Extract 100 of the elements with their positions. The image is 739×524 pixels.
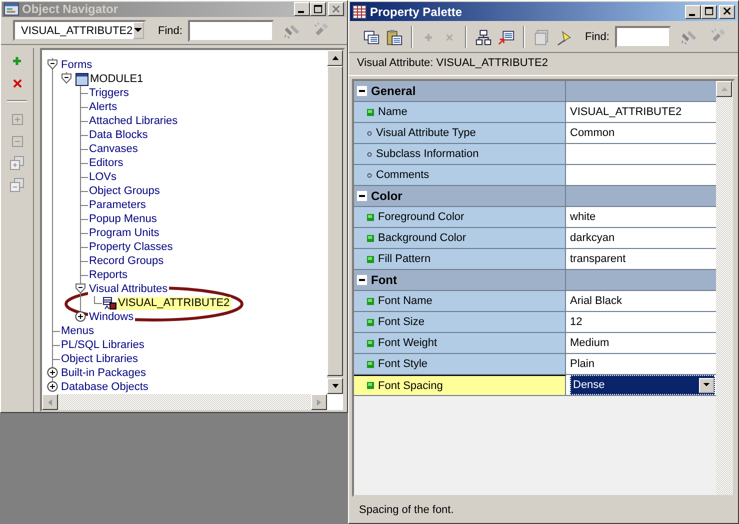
left-arrow-icon [48,398,52,406]
find-field[interactable] [188,20,274,42]
close-icon [332,4,340,14]
copy-icon[interactable] [363,28,380,46]
section-header[interactable]: Color [354,186,566,206]
property-name[interactable]: Subclass Information [354,144,566,164]
scroll-up-button[interactable] [716,81,732,97]
close-button[interactable] [328,2,344,16]
tree-item[interactable]: LOVs [88,170,118,184]
property-value[interactable]: darkcyan [570,232,615,244]
maximize-icon [314,4,322,14]
tree-item[interactable]: Record Groups [88,254,165,268]
collapse-all-icon [10,178,24,192]
property-name[interactable]: Name [354,102,566,122]
property-name[interactable]: Font Name [354,291,566,311]
window-title: Object Navigator [22,2,118,16]
property-name[interactable]: Background Color [354,228,566,248]
minimize-button[interactable] [685,4,701,18]
visual-attribute-icon [103,296,117,310]
tree-item[interactable]: Menus [60,324,96,338]
tree-item[interactable]: Object Libraries [60,352,140,366]
list-arrow-icon[interactable] [498,28,515,46]
value-dropdown[interactable]: Dense [570,375,715,395]
collapse-icon[interactable] [357,86,367,96]
delete-icon [12,78,22,88]
scroll-left-button[interactable] [42,394,58,410]
horizontal-scrollbar[interactable] [42,394,327,410]
tree-item[interactable]: Popup Menus [88,212,158,226]
tree-item[interactable]: Property Classes [88,240,174,254]
tree-item[interactable]: Visual Attributes [88,282,169,296]
minimize-button[interactable] [294,2,310,16]
pin-icon[interactable] [556,28,573,46]
tree-item[interactable]: Object Groups [88,184,161,198]
tree-item[interactable]: VISUAL_ATTRIBUTE2 [117,296,231,310]
property-name[interactable]: Font Spacing [354,375,566,395]
dropdown-arrow-icon [703,383,710,387]
minimize-icon [298,11,304,14]
collapse-icon[interactable] [357,275,367,285]
property-value[interactable]: white [570,211,596,223]
expand-all-icon [10,156,24,170]
property-name[interactable]: Font Weight [354,333,566,353]
tree-item[interactable]: Parameters [88,198,147,212]
object-heading: Visual Attribute: VISUAL_ATTRIBUTE2 [349,53,738,76]
property-value[interactable]: Medium [570,337,610,349]
property-name[interactable]: Visual Attribute Type [354,123,566,143]
scroll-right-button[interactable] [311,394,327,410]
tree-item[interactable]: Canvases [88,142,139,156]
find-label: Find: [158,24,182,37]
property-value[interactable]: 12 [570,316,582,328]
tree-item[interactable]: Forms [60,58,94,72]
expand-icon [12,114,22,124]
up-arrow-icon [332,56,338,60]
tree-item[interactable]: Reports [88,268,129,282]
object-combo[interactable]: VISUAL_ATTRIBUTE2 [13,20,146,42]
property-name[interactable]: Foreground Color [354,207,566,227]
minimize-icon [689,14,695,16]
tree-item[interactable]: Alerts [88,100,118,114]
plus-icon [12,56,22,66]
collapse-icon[interactable] [357,191,367,201]
tree-item[interactable]: MODULE1 [89,72,144,86]
grid-icon [352,4,367,18]
property-name[interactable]: Font Style [354,354,566,374]
collapse-toggle-icon[interactable] [75,283,86,294]
property-value[interactable]: Plain [570,358,594,370]
paste-icon[interactable] [386,28,403,46]
scroll-up-button[interactable] [327,50,343,66]
tree-item[interactable]: Triggers [88,86,130,100]
collapse-toggle-icon[interactable] [47,59,58,70]
tree-item[interactable]: Windows [88,310,135,324]
property-name[interactable]: Fill Pattern [354,249,566,269]
expand-toggle-icon[interactable] [47,381,58,392]
collapse-icon [12,136,22,146]
property-name[interactable]: Font Size [354,312,566,332]
hierarchy-icon[interactable] [475,28,492,46]
find-field[interactable] [615,26,672,48]
form-module-icon [75,72,89,86]
dropdown-arrow-icon [134,28,142,34]
collapse-toggle-icon[interactable] [61,73,72,84]
maximize-button[interactable] [701,4,717,18]
expand-toggle-icon[interactable] [75,311,86,322]
vertical-scrollbar[interactable] [716,81,733,495]
tree-item[interactable]: Editors [88,156,124,170]
property-value[interactable]: Common [570,127,615,139]
expand-toggle-icon[interactable] [47,367,58,378]
scroll-down-button[interactable] [327,378,343,394]
find-label: Find: [585,31,610,43]
right-arrow-icon [317,398,321,406]
tree-item[interactable]: Built-in Packages [60,366,147,380]
close-button[interactable] [719,4,735,18]
down-arrow-icon [332,384,338,388]
window-title: Property Palette [370,4,462,18]
tree-item[interactable]: Attached Libraries [88,114,179,128]
section-header[interactable]: General [354,81,566,101]
tree-item[interactable]: PL/SQL Libraries [60,338,146,352]
maximize-button[interactable] [310,2,326,16]
tree-item[interactable]: Program Units [88,226,160,240]
tree-item[interactable]: Database Objects [60,380,150,394]
property-name[interactable]: Comments [354,165,566,185]
tree-item[interactable]: Data Blocks [88,128,149,142]
section-header[interactable]: Font [354,270,566,290]
